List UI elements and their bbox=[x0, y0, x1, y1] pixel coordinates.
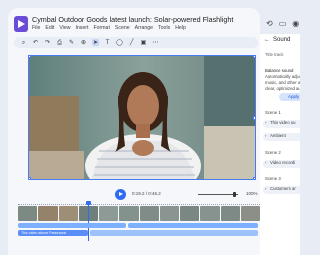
scene-1-track-2-label: Ambient bbox=[270, 133, 286, 138]
zoom-slider-track[interactable] bbox=[198, 194, 238, 195]
audio-track-segment[interactable] bbox=[128, 223, 258, 228]
more-icon[interactable]: ⋯ bbox=[152, 39, 159, 46]
scene-3-track-1[interactable]: › Customers ar bbox=[263, 186, 300, 194]
audio-track-segment[interactable] bbox=[18, 223, 126, 228]
clip-thumbnail[interactable] bbox=[119, 206, 139, 221]
clip-thumbnail[interactable] bbox=[159, 206, 179, 221]
scene-3-title: Scene 3 bbox=[265, 176, 281, 181]
scene-2-track-1-label: Video recordi bbox=[270, 160, 296, 165]
back-arrow-icon[interactable]: ← bbox=[264, 37, 270, 43]
menu-tools[interactable]: Tools bbox=[158, 25, 170, 31]
document-title[interactable]: Cymbal Outdoor Goods latest launch: Sola… bbox=[32, 15, 233, 24]
app-logo-icon bbox=[14, 16, 28, 32]
clip-thumbnail[interactable] bbox=[38, 206, 58, 221]
clip-thumbnail[interactable] bbox=[18, 206, 38, 221]
resize-handle-top-left[interactable] bbox=[29, 56, 31, 58]
video-frame-image bbox=[29, 56, 255, 179]
timeline-ruler[interactable] bbox=[18, 202, 260, 205]
sound-panel: ← Sound Title track Balance sound Automat… bbox=[260, 34, 300, 255]
clip-thumbnail[interactable] bbox=[58, 206, 78, 221]
resize-handle-right[interactable] bbox=[253, 116, 255, 120]
menu-bar: File Edit View Insert Format Scene Arran… bbox=[32, 25, 186, 31]
scene-3-track-1-label: Customers ar bbox=[270, 186, 296, 191]
scene-1-track-1-label: This video ou bbox=[270, 120, 296, 125]
balance-desc-3: clear, optimized aud bbox=[265, 86, 300, 91]
resize-handle-bottom-right[interactable] bbox=[253, 177, 255, 179]
menu-edit[interactable]: Edit bbox=[45, 25, 54, 31]
chevron-right-icon: › bbox=[265, 133, 267, 138]
undo-icon[interactable]: ↶ bbox=[32, 39, 39, 46]
top-right-icons: ⟲ ▭ ◉ bbox=[266, 20, 299, 28]
scene-1-title: Scene 1 bbox=[265, 110, 281, 115]
playhead[interactable] bbox=[86, 201, 91, 241]
panel-header: ← Sound bbox=[264, 37, 290, 43]
filmstrip[interactable] bbox=[18, 206, 260, 221]
balance-title: Balance sound bbox=[265, 68, 294, 73]
clip-thumbnail[interactable] bbox=[139, 206, 159, 221]
clip-thumbnail[interactable] bbox=[220, 206, 240, 221]
pen-icon[interactable]: ╱ bbox=[128, 39, 135, 46]
play-icon[interactable] bbox=[115, 189, 126, 200]
search-icon[interactable]: ⌕ bbox=[20, 39, 27, 46]
menu-help[interactable]: Help bbox=[175, 25, 186, 31]
balance-desc-1: Automatically adjust bbox=[265, 74, 300, 79]
scene-1-track-2[interactable]: › Ambient bbox=[263, 133, 300, 141]
balance-desc-2: music, and other au bbox=[265, 80, 300, 85]
clip-thumbnail[interactable] bbox=[200, 206, 220, 221]
image-icon[interactable]: ▣ bbox=[140, 39, 147, 46]
resize-handle-top-right[interactable] bbox=[253, 56, 255, 58]
shape-icon[interactable]: ◯ bbox=[116, 39, 123, 46]
menu-arrange[interactable]: Arrange bbox=[135, 25, 153, 31]
timecode: 0:19.2 / 0:46.2 bbox=[132, 191, 161, 196]
chevron-right-icon: › bbox=[265, 160, 267, 165]
format-paint-icon[interactable]: ✎ bbox=[68, 39, 75, 46]
zoom-icon[interactable]: ⊕ bbox=[80, 39, 87, 46]
video-canvas[interactable] bbox=[28, 55, 256, 180]
pointer-icon[interactable]: ➤ bbox=[92, 39, 99, 46]
clip-thumbnail[interactable] bbox=[99, 206, 119, 221]
menu-insert[interactable]: Insert bbox=[75, 25, 88, 31]
account-icon[interactable]: ◉ bbox=[292, 20, 299, 28]
editor-window: Cymbal Outdoor Goods latest launch: Sola… bbox=[8, 8, 260, 255]
comment-icon[interactable]: ▭ bbox=[279, 20, 287, 28]
track-label[interactable]: Title track bbox=[260, 52, 300, 57]
clip-thumbnail[interactable] bbox=[240, 206, 260, 221]
caption-track-segment[interactable]: This video above Panoramic bbox=[18, 230, 88, 236]
print-icon[interactable]: ⎙ bbox=[56, 39, 63, 46]
zoom-slider-handle[interactable] bbox=[233, 192, 236, 197]
text-box-icon[interactable]: T bbox=[104, 39, 111, 46]
menu-view[interactable]: View bbox=[59, 25, 70, 31]
panel-title: Sound bbox=[273, 37, 291, 43]
scene-1-track-1[interactable]: › This video ou bbox=[263, 120, 300, 128]
scene-2-track-1[interactable]: › Video recordi bbox=[263, 160, 300, 168]
clip-thumbnail[interactable] bbox=[180, 206, 200, 221]
menu-format[interactable]: Format bbox=[93, 25, 109, 31]
scene-2-title: Scene 2 bbox=[265, 150, 281, 155]
toolbar: ⌕ ↶ ↷ ⎙ ✎ ⊕ ➤ T ◯ ╱ ▣ ⋯ bbox=[14, 37, 258, 48]
caption-track-segment[interactable] bbox=[90, 230, 258, 236]
menu-scene[interactable]: Scene bbox=[115, 25, 130, 31]
resize-handle-bottom-left[interactable] bbox=[29, 177, 31, 179]
menu-file[interactable]: File bbox=[32, 25, 40, 31]
chevron-right-icon: › bbox=[265, 120, 267, 125]
history-icon[interactable]: ⟲ bbox=[266, 20, 273, 28]
chevron-right-icon: › bbox=[265, 186, 267, 191]
zoom-level: 100% bbox=[246, 191, 258, 196]
redo-icon[interactable]: ↷ bbox=[44, 39, 51, 46]
apply-button[interactable]: Apply bbox=[279, 93, 300, 101]
